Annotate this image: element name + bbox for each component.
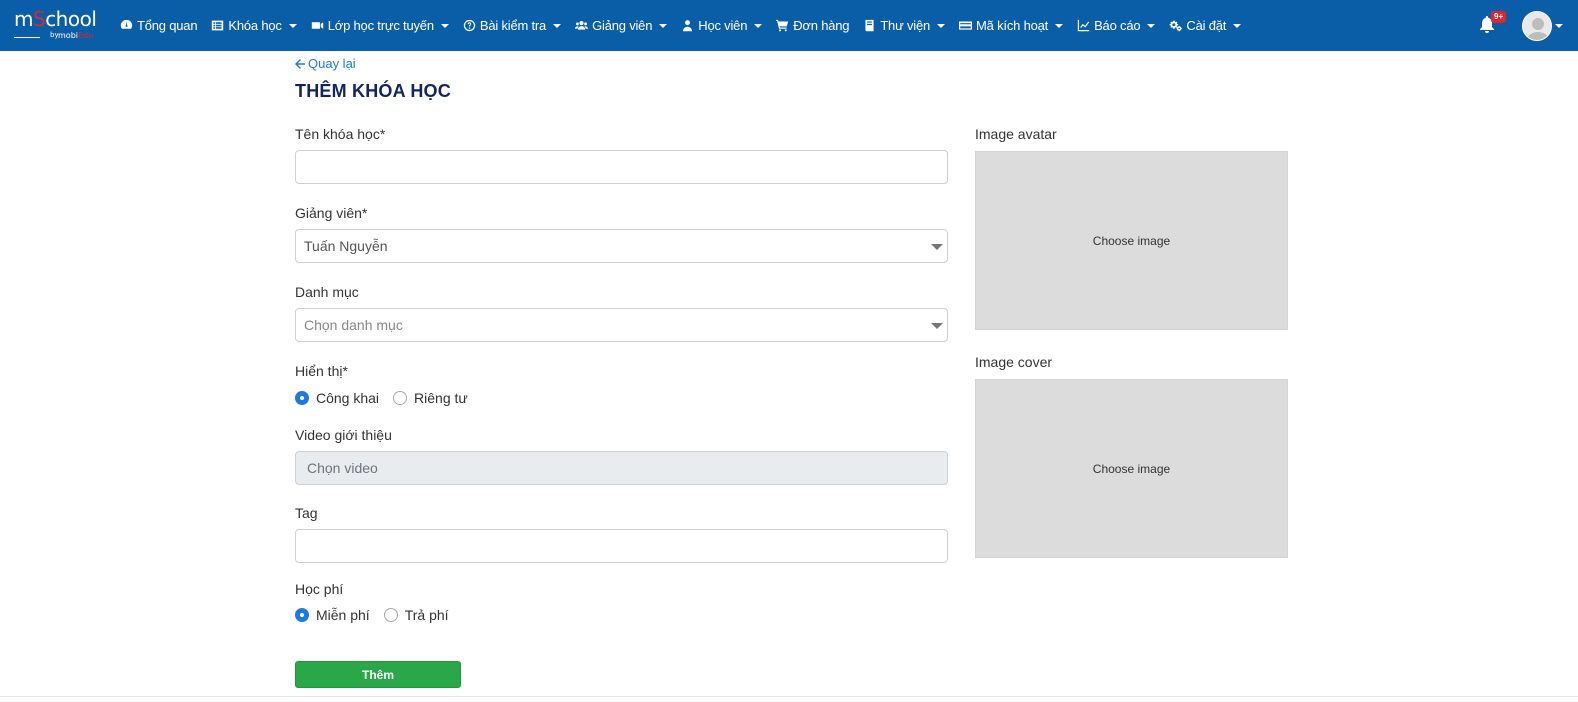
radio-checked-icon <box>295 608 309 622</box>
instructor-label: Giảng viên* <box>295 205 368 221</box>
chevron-down-icon <box>754 23 763 28</box>
tag-input[interactable] <box>295 529 948 563</box>
users-icon <box>575 21 589 30</box>
user-avatar[interactable] <box>1522 11 1552 41</box>
arrow-left-icon <box>295 58 305 69</box>
book-icon <box>865 19 874 32</box>
tag-label: Tag <box>295 505 318 521</box>
image-avatar-label: Image avatar <box>975 126 1057 142</box>
visibility-label: Hiển thị* <box>295 363 348 379</box>
chevron-down-icon <box>937 23 946 28</box>
image-avatar-picker[interactable]: Choose image <box>975 151 1288 330</box>
nav-item-activation-codes[interactable]: Mã kích hoạt <box>959 18 1064 33</box>
nav-item-instructors[interactable]: Giảng viên <box>575 18 668 33</box>
shopping-cart-icon <box>776 19 789 32</box>
chevron-down-icon <box>1055 23 1064 28</box>
chart-icon <box>1077 19 1090 32</box>
nav-item-tests[interactable]: Bài kiểm tra <box>463 18 562 33</box>
fee-paid-radio[interactable]: Trả phí <box>383 607 449 623</box>
fee-radio-group: Miễn phí Trả phí <box>295 607 463 623</box>
radio-checked-icon <box>295 391 309 405</box>
image-cover-label: Image cover <box>975 354 1053 370</box>
dropdown-arrow-icon <box>931 244 943 250</box>
brand-logo[interactable]: mSchool by mobiEdu <box>14 9 104 43</box>
credit-card-icon <box>959 21 973 30</box>
nav-item-students[interactable]: Học viên <box>681 18 763 33</box>
chevron-down-icon <box>1147 23 1156 28</box>
question-circle-icon <box>463 19 476 32</box>
main-nav-menu: Tổng quan Khóa học Lớp học trực tuyến Bà… <box>120 0 1255 51</box>
list-icon <box>212 20 224 31</box>
visibility-radio-group: Công khai Riêng tư <box>295 390 482 406</box>
visibility-public-radio[interactable]: Công khai <box>295 390 379 406</box>
intro-video-picker[interactable]: Chọn video <box>295 451 948 485</box>
page-bottom-divider <box>0 696 1578 697</box>
radio-unchecked-icon <box>383 608 398 622</box>
dashboard-icon <box>120 19 133 29</box>
logo-divider <box>14 37 40 38</box>
instructor-select[interactable]: Tuấn Nguyễn <box>295 229 948 263</box>
video-camera-icon <box>311 22 323 29</box>
category-label: Danh mục <box>295 284 359 300</box>
logo-tagline: by mobiEdu <box>14 31 104 41</box>
nav-item-reports[interactable]: Báo cáo <box>1077 18 1156 33</box>
nav-item-library[interactable]: Thư viện <box>863 18 946 33</box>
chevron-down-icon <box>553 23 562 28</box>
nav-item-courses[interactable]: Khóa học <box>211 18 297 33</box>
avatar-chevron-down-icon[interactable] <box>1555 24 1563 28</box>
chevron-down-icon <box>440 23 449 28</box>
top-navbar: mSchool by mobiEdu Tổng quan Khóa học Lớ… <box>0 0 1578 51</box>
chevron-down-icon <box>659 23 668 28</box>
default-avatar-icon <box>1523 12 1551 40</box>
fee-free-radio[interactable]: Miễn phí <box>295 607 370 623</box>
visibility-private-radio[interactable]: Riêng tư <box>393 390 468 406</box>
dropdown-arrow-icon <box>931 323 943 329</box>
image-cover-picker[interactable]: Choose image <box>975 379 1288 558</box>
back-link[interactable]: Quay lại <box>295 56 356 71</box>
notification-count-badge: 9+ <box>1491 11 1507 23</box>
add-course-submit-button[interactable]: Thêm <box>295 661 461 688</box>
nav-item-orders[interactable]: Đơn hàng <box>776 18 850 33</box>
nav-item-settings[interactable]: Cài đặt <box>1169 18 1242 33</box>
chevron-down-icon <box>288 23 297 28</box>
radio-unchecked-icon <box>393 391 408 405</box>
chevron-down-icon <box>1233 23 1242 28</box>
course-name-label: Tên khóa học* <box>295 126 386 142</box>
category-select[interactable]: Chọn danh mục <box>295 308 948 342</box>
nav-item-overview[interactable]: Tổng quan <box>120 18 198 33</box>
cogs-icon <box>1169 20 1183 32</box>
intro-video-label: Video giới thiệu <box>295 427 392 443</box>
logo-wordmark: mSchool <box>14 7 97 31</box>
nav-item-online-classes[interactable]: Lớp học trực tuyến <box>311 18 449 33</box>
fee-label: Học phí <box>295 581 344 597</box>
page-title: THÊM KHÓA HỌC <box>295 81 451 101</box>
course-name-input[interactable] <box>295 150 948 184</box>
user-icon <box>683 20 693 32</box>
